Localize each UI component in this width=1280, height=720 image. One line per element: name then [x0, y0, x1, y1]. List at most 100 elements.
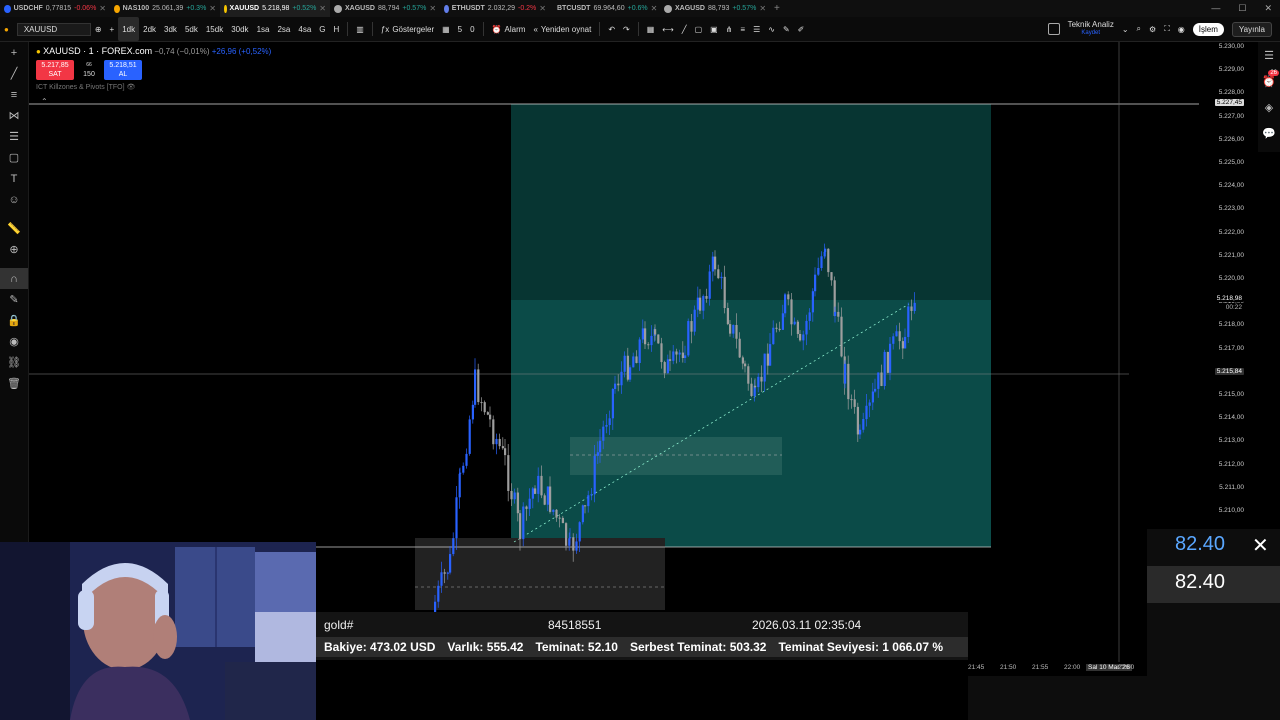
highlighter-icon[interactable]: ✐	[794, 17, 809, 41]
add-symbol-icon[interactable]: +	[106, 17, 119, 41]
candle-body	[650, 335, 653, 346]
mid-box	[570, 437, 782, 475]
browser-tab[interactable]: NAS100 25.061,39 +0.3% ✕	[110, 0, 220, 17]
close-tab-icon[interactable]: ✕	[539, 4, 546, 13]
buy-button[interactable]: 5.218,51 AL	[104, 59, 142, 80]
close-icon[interactable]: ✕	[1252, 533, 1269, 558]
alert-button[interactable]: ⏰ Alarm	[488, 17, 530, 41]
rect-icon[interactable]: ▢	[691, 17, 707, 41]
eye-icon[interactable]: ◉	[0, 331, 28, 352]
text-icon[interactable]: T	[0, 168, 28, 189]
fib-tool-icon[interactable]: ☰	[0, 126, 28, 147]
link-icon[interactable]: ⛓	[0, 352, 28, 373]
browser-tab[interactable]: BTCUSDT 69.964,60 +0.6% ✕	[550, 0, 660, 17]
timeframe-3dk[interactable]: 3dk	[160, 17, 181, 41]
close-tab-icon[interactable]: ✕	[319, 4, 326, 13]
lock-icon[interactable]: 🔒	[0, 310, 28, 331]
close-tab-icon[interactable]: ✕	[209, 4, 216, 13]
trash-icon[interactable]: 🗑	[0, 373, 28, 394]
redo-icon[interactable]: ↷	[619, 17, 634, 41]
candle-body	[865, 405, 868, 420]
candle-body	[747, 366, 750, 384]
crosshair-icon[interactable]: +	[0, 42, 28, 63]
lines-icon[interactable]: ☰	[749, 17, 764, 41]
watchlist-icon[interactable]: ☰	[1258, 42, 1280, 68]
pattern-icon[interactable]: ⋈	[0, 105, 28, 126]
chart-type-icon[interactable]: ▥	[352, 17, 368, 41]
close-window-icon[interactable]: ✕	[1264, 0, 1272, 17]
fib-icon[interactable]: ≡	[736, 17, 749, 41]
price-tick: 5.213,00	[1218, 437, 1244, 445]
eye-icon[interactable]: 👁	[127, 84, 136, 91]
search-icon[interactable]: ⌕	[1133, 17, 1145, 41]
timeframe-H[interactable]: H	[330, 17, 344, 41]
layers-icon[interactable]: ◈	[1258, 94, 1280, 120]
close-tab-icon[interactable]: ✕	[429, 4, 436, 13]
browser-tab[interactable]: USDCHF 0,77815 -0.06% ✕	[0, 0, 110, 17]
replay-button[interactable]: «Yeniden oynat	[529, 17, 595, 41]
trendline-tool-icon[interactable]: ╱	[0, 63, 28, 84]
chat-icon[interactable]: 💬	[1258, 120, 1280, 146]
grid-icon[interactable]: ▦	[643, 17, 659, 41]
camera-icon[interactable]: ◉	[1174, 17, 1189, 41]
maximize-icon[interactable]: ☐	[1238, 0, 1246, 17]
candle-body	[510, 490, 513, 500]
layout-count-1[interactable]: 5	[454, 17, 466, 41]
timeframe-4sa[interactable]: 4sa	[294, 17, 315, 41]
ticket-number: 84518551	[548, 618, 602, 632]
draw-mode-icon[interactable]: ✎	[0, 289, 28, 310]
time-axis[interactable]: 21:45 21:50 21:55 22:00 Sal 10 Mar '26 22:00	[968, 660, 1148, 676]
timeframe-1dk[interactable]: 1dk	[118, 17, 140, 41]
timeframe-2sa[interactable]: 2sa	[273, 17, 294, 41]
timeframe-30dk[interactable]: 30dk	[227, 17, 252, 41]
brush-icon[interactable]: ✎	[779, 17, 794, 41]
timeframe-1sa[interactable]: 1sa	[253, 17, 274, 41]
minimize-icon[interactable]: —	[1211, 0, 1220, 17]
horizontal-lines-icon[interactable]: ≡	[0, 84, 28, 105]
settings-icon[interactable]: ⚙	[1145, 17, 1160, 41]
compare-icon[interactable]: ⊕	[91, 17, 106, 41]
trendline-icon[interactable]: ╱	[678, 17, 691, 41]
emoji-icon[interactable]: ☺	[0, 189, 28, 210]
symbol-search[interactable]: XAUUSD	[16, 22, 91, 36]
browser-tab[interactable]: XAGUSD 88,794 +0.57% ✕	[330, 0, 440, 17]
trade-button[interactable]: İşlem	[1192, 22, 1224, 36]
candle-body	[907, 306, 910, 337]
hline-icon[interactable]: ⟷	[658, 17, 677, 41]
timeframe-15dk[interactable]: 15dk	[202, 17, 227, 41]
templates-icon[interactable]: ▦	[438, 17, 454, 41]
webcam-image	[0, 542, 316, 720]
fullscreen-icon[interactable]: ⛶	[1160, 17, 1174, 41]
ruler-icon[interactable]: 📏	[0, 218, 28, 239]
close-tab-icon[interactable]: ✕	[651, 4, 658, 13]
alerts-icon[interactable]: ⏰ 26	[1258, 68, 1280, 94]
browser-tab[interactable]: XAUUSD 5.218,98 +0.52% ✕	[220, 0, 330, 17]
timeframe-5dk[interactable]: 5dk	[181, 17, 202, 41]
candle-body	[820, 256, 823, 269]
timeframe-2dk[interactable]: 2dk	[139, 17, 160, 41]
timeframe-G[interactable]: G	[315, 17, 329, 41]
candle-body	[754, 385, 757, 388]
publish-button[interactable]: Yayınla	[1231, 21, 1272, 37]
box-icon[interactable]: ▣	[706, 17, 722, 41]
chevron-down-icon[interactable]: ⌄	[1118, 17, 1133, 41]
magnet-icon[interactable]: ∩	[0, 268, 28, 289]
indicator-legend[interactable]: ICT Killzones & Pivots [TFO] 👁	[36, 83, 135, 91]
sell-button[interactable]: 5.217,85 SAT	[36, 59, 74, 80]
undo-icon[interactable]: ↶	[604, 17, 619, 41]
candle-body	[799, 333, 802, 341]
analysis-dropdown[interactable]: Teknik Analiz Kaydet	[1064, 17, 1118, 41]
menu-icon[interactable]: ●	[0, 17, 13, 41]
shapes-icon[interactable]: ▢	[0, 147, 28, 168]
browser-tab[interactable]: ETHUSDT 2.032,29 -0.2% ✕	[440, 0, 550, 17]
zoom-icon[interactable]: ⊕	[0, 239, 28, 260]
new-tab-icon[interactable]: +	[770, 3, 780, 14]
browser-tab[interactable]: XAGUSD 88,793 +0.57% ✕	[660, 0, 770, 17]
indicators-button[interactable]: ƒx Göstergeler	[377, 17, 438, 41]
close-tab-icon[interactable]: ✕	[759, 4, 766, 13]
path-icon[interactable]: ∿	[764, 17, 779, 41]
pitchfork-icon[interactable]: ⋔	[722, 17, 737, 41]
analysis-checkbox[interactable]	[1044, 17, 1064, 41]
close-tab-icon[interactable]: ✕	[99, 4, 106, 13]
layout-count-2[interactable]: 0	[466, 17, 478, 41]
